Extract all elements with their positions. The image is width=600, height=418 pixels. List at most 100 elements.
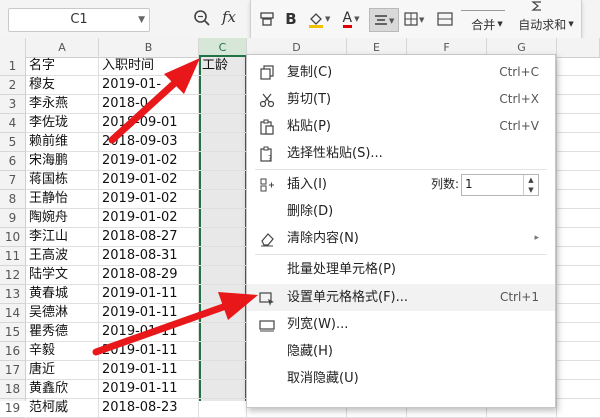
stepper-arrows-icon[interactable]: ▲ ▼ xyxy=(523,175,538,195)
cell-c[interactable] xyxy=(199,361,247,379)
cell-b[interactable]: 2019-01-11 xyxy=(99,304,199,322)
column-header-a[interactable]: A xyxy=(26,38,99,57)
row-header[interactable]: 4 xyxy=(0,114,25,133)
cell-b[interactable]: 2019-01-02 xyxy=(99,152,199,170)
cell-c[interactable] xyxy=(199,152,247,170)
cell-b[interactable]: 2019-01-11 xyxy=(99,380,199,398)
merge-icon[interactable] xyxy=(435,8,455,30)
cell-c[interactable] xyxy=(199,247,247,265)
cell-a[interactable]: 蒋国栋 xyxy=(26,171,99,189)
row-header[interactable]: 18 xyxy=(0,380,25,399)
row-header[interactable]: 10 xyxy=(0,228,25,247)
cell-c[interactable] xyxy=(199,304,247,322)
cell-a[interactable]: 王静怡 xyxy=(26,190,99,208)
column-count-stepper[interactable]: 1 ▲ ▼ xyxy=(461,174,539,196)
cell-c[interactable] xyxy=(199,76,247,94)
row-header[interactable]: 11 xyxy=(0,247,25,266)
cell-c[interactable] xyxy=(199,114,247,132)
menu-item-format-cells[interactable]: 设置单元格格式(F)... Ctrl+1 xyxy=(247,284,555,311)
menu-item-insert[interactable]: 插入(I) 列数: 1 ▲ ▼ xyxy=(247,171,555,198)
row-header[interactable]: 9 xyxy=(0,209,25,228)
zoom-icon[interactable] xyxy=(193,9,211,27)
row-header[interactable]: 12 xyxy=(0,266,25,285)
cell-b[interactable]: 2019-01- xyxy=(99,76,199,94)
sum-icon[interactable] xyxy=(529,0,545,12)
row-header[interactable]: 17 xyxy=(0,361,25,380)
cell-b[interactable]: 2018-09-03 xyxy=(99,133,199,151)
cell-b[interactable]: 2019-01-11 xyxy=(99,323,199,341)
cell-a[interactable]: 黄鑫欣 xyxy=(26,380,99,398)
cell-a[interactable]: 陶婉舟 xyxy=(26,209,99,227)
borders-button[interactable]: ▼ xyxy=(401,8,429,30)
menu-item-delete[interactable]: 删除(D) xyxy=(247,198,555,225)
cell-c[interactable] xyxy=(199,133,247,151)
menu-item-paste[interactable]: 粘贴(P) Ctrl+V xyxy=(247,113,555,140)
bold-button[interactable]: B xyxy=(281,8,301,30)
merge-button[interactable]: 合并 ▼ xyxy=(465,14,509,34)
chevron-down-icon[interactable]: ▼ xyxy=(138,9,145,31)
row-header[interactable]: 2 xyxy=(0,76,25,95)
cell-a[interactable]: 陆学文 xyxy=(26,266,99,284)
cell-b[interactable]: 2018-08-29 xyxy=(99,266,199,284)
cell-c[interactable] xyxy=(199,342,247,360)
menu-item-paste-special[interactable]: ? 选择性粘贴(S)... xyxy=(247,140,555,167)
column-header-h[interactable] xyxy=(557,38,600,57)
cell-a[interactable]: 名字 xyxy=(26,57,99,75)
autosum-button[interactable]: 自动求和 ▼ xyxy=(513,14,579,34)
row-header[interactable]: 3 xyxy=(0,95,25,114)
fx-icon[interactable]: fx xyxy=(222,8,236,26)
cell-c[interactable]: 工龄 xyxy=(199,57,247,75)
cell-a[interactable]: 李佐珑 xyxy=(26,114,99,132)
cell-b[interactable]: 2018-08-31 xyxy=(99,247,199,265)
cell-c[interactable] xyxy=(199,266,247,284)
cell-a[interactable]: 李江山 xyxy=(26,228,99,246)
menu-item-copy[interactable]: 复制(C) Ctrl+C xyxy=(247,59,555,86)
cell-c[interactable] xyxy=(199,209,247,227)
align-center-button[interactable]: ▼ xyxy=(369,8,399,32)
format-painter-icon[interactable] xyxy=(257,8,277,30)
cell-b[interactable]: 2019-01-02 xyxy=(99,190,199,208)
cell-b[interactable]: 入职时间 xyxy=(99,57,199,75)
row-header[interactable]: 16 xyxy=(0,342,25,361)
cell-c[interactable] xyxy=(199,323,247,341)
cell-a[interactable]: 辛毅 xyxy=(26,342,99,360)
cell-a[interactable]: 李永燕 xyxy=(26,95,99,113)
cell-a[interactable]: 吴德淋 xyxy=(26,304,99,322)
font-color-button[interactable]: A ▼ xyxy=(337,8,365,30)
menu-item-cut[interactable]: 剪切(T) Ctrl+X xyxy=(247,86,555,113)
cell-b[interactable]: 2018-09-01 xyxy=(99,114,199,132)
cell-b[interactable]: 2019-01-11 xyxy=(99,285,199,303)
cell-b[interactable]: 2018-08-23 xyxy=(99,399,199,417)
cell-a[interactable]: 范柯威 xyxy=(26,399,99,417)
cell-b[interactable]: 2018-08-27 xyxy=(99,228,199,246)
row-header[interactable]: 19 xyxy=(0,399,25,418)
column-header-b[interactable]: B xyxy=(99,38,199,57)
cell-a[interactable]: 黄春城 xyxy=(26,285,99,303)
row-header[interactable]: 13 xyxy=(0,285,25,304)
menu-item-unhide[interactable]: 取消隐藏(U) xyxy=(247,365,555,392)
cell-c[interactable] xyxy=(199,171,247,189)
column-header-c[interactable]: C xyxy=(199,38,247,57)
row-header[interactable]: 7 xyxy=(0,171,25,190)
row-header[interactable]: 5 xyxy=(0,133,25,152)
cell-b[interactable]: 2018-0 xyxy=(99,95,199,113)
row-header[interactable]: 14 xyxy=(0,304,25,323)
cell-b[interactable]: 2019-01-02 xyxy=(99,209,199,227)
cell-a[interactable]: 赖前维 xyxy=(26,133,99,151)
cell-c[interactable] xyxy=(199,285,247,303)
cell-c[interactable] xyxy=(199,190,247,208)
menu-item-hide[interactable]: 隐藏(H) xyxy=(247,338,555,365)
row-header[interactable]: 6 xyxy=(0,152,25,171)
cell-c[interactable] xyxy=(199,380,247,398)
cell-a[interactable]: 瞿秀德 xyxy=(26,323,99,341)
menu-item-batch[interactable]: 批量处理单元格(P) xyxy=(247,256,555,283)
menu-item-clear[interactable]: 清除内容(N) ▸ xyxy=(247,225,555,252)
cell-b[interactable]: 2019-01-11 xyxy=(99,342,199,360)
cell-c[interactable] xyxy=(199,228,247,246)
fill-color-button[interactable]: ▼ xyxy=(305,8,333,30)
cell-a[interactable]: 王高波 xyxy=(26,247,99,265)
row-header[interactable]: 8 xyxy=(0,190,25,209)
cell-c[interactable] xyxy=(199,399,247,417)
name-box[interactable]: C1 ▼ xyxy=(8,8,150,32)
row-header[interactable]: 15 xyxy=(0,323,25,342)
